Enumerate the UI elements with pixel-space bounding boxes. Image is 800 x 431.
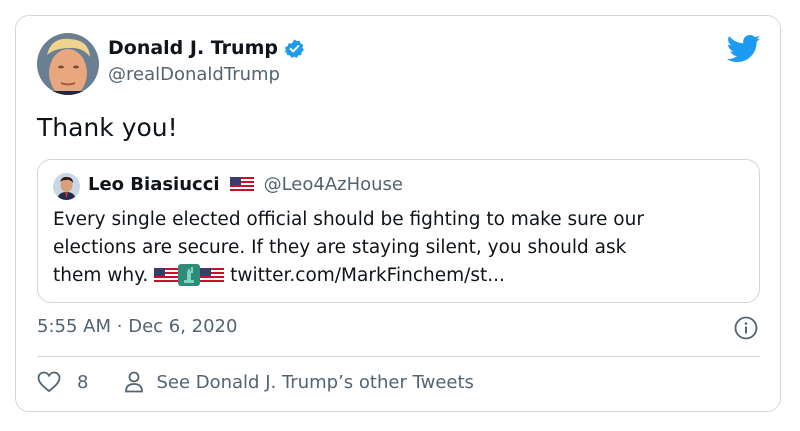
us-flag-icon: [154, 268, 179, 284]
tweet-time[interactable]: 5:55 AM: [37, 316, 111, 337]
like-button[interactable]: 8: [37, 371, 88, 393]
tweet-text: Thank you!: [37, 113, 178, 142]
tweet-actions: 8 See Donald J. Trump’s other Tweets: [37, 371, 474, 393]
divider: [37, 356, 760, 357]
person-icon: [125, 371, 144, 393]
quoted-text-line-2: elections are secure. If they are stayin…: [53, 237, 627, 258]
twitter-bird-icon[interactable]: [727, 34, 761, 64]
heart-icon[interactable]: [37, 371, 61, 393]
quoted-author-name[interactable]: Leo Biasiucci: [88, 174, 220, 195]
quoted-text-line-1: Every single elected official should be …: [53, 209, 644, 230]
tweet-date[interactable]: Dec 6, 2020: [128, 316, 237, 337]
quoted-text-line-3: them why.: [53, 265, 149, 286]
tweet-timestamp[interactable]: 5:55 AM · Dec 6, 2020: [37, 316, 237, 337]
us-flag-icon: [200, 268, 225, 284]
us-flag-icon: [229, 176, 254, 193]
info-icon[interactable]: [734, 316, 758, 340]
quoted-avatar[interactable]: [53, 173, 80, 200]
like-count[interactable]: 8: [77, 372, 88, 393]
author-handle[interactable]: @realDonaldTrump: [108, 64, 280, 85]
other-tweets-label[interactable]: See Donald J. Trump’s other Tweets: [156, 372, 473, 393]
quoted-tweet[interactable]: Leo Biasiucci @Leo4AzHouse Every single …: [37, 159, 760, 303]
quoted-link[interactable]: twitter.com/MarkFinchem/st...: [230, 265, 505, 286]
other-tweets-link[interactable]: See Donald J. Trump’s other Tweets: [124, 371, 474, 393]
avatar[interactable]: [37, 33, 99, 95]
quoted-author-handle[interactable]: @Leo4AzHouse: [264, 174, 403, 195]
statue-of-liberty-icon: [178, 264, 201, 286]
quoted-text: Every single elected official should be …: [53, 206, 743, 290]
author-name[interactable]: Donald J. Trump: [108, 37, 278, 59]
verified-badge-icon: [284, 38, 304, 58]
timestamp-separator: ·: [116, 316, 123, 337]
